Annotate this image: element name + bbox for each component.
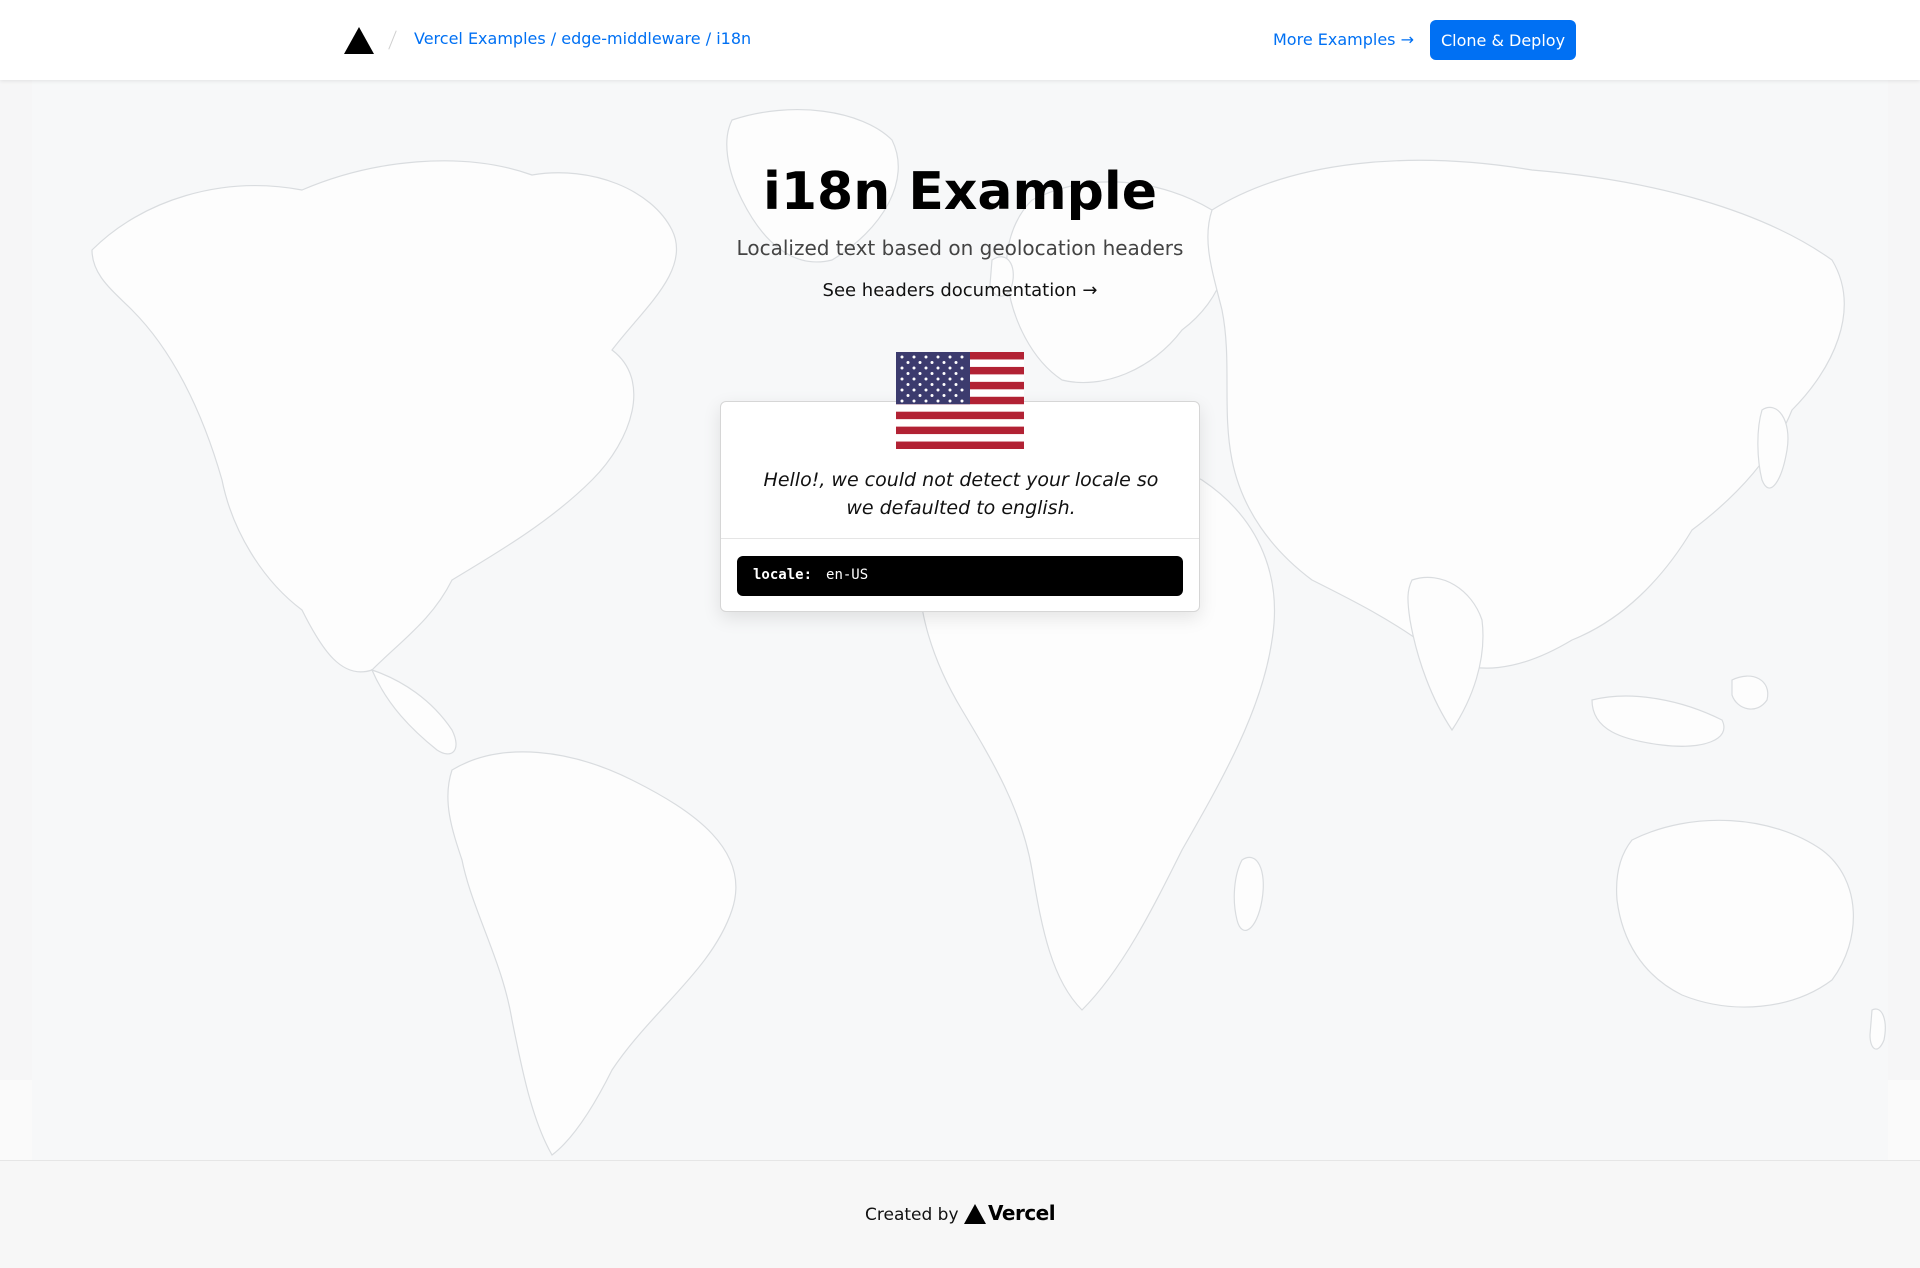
breadcrumb-link[interactable]: Vercel Examples / edge-middleware / i18n: [414, 29, 751, 48]
locale-code-block: locale: en-US: [737, 556, 1183, 596]
us-flag-icon: [896, 352, 1024, 449]
created-by-label: Created by: [865, 1205, 959, 1225]
top-navigation-bar: Vercel Examples / edge-middleware / i18n…: [0, 0, 1920, 80]
page-subtitle: Localized text based on geolocation head…: [736, 236, 1184, 260]
breadcrumb[interactable]: Vercel Examples / edge-middleware / i18n: [414, 29, 751, 48]
locale-code-value: en-US: [826, 567, 869, 583]
locale-code-key: locale:: [753, 567, 813, 583]
vercel-triangle-icon[interactable]: [344, 27, 374, 54]
headers-documentation-link[interactable]: See headers documentation →: [0, 280, 1920, 301]
vercel-logo-icon[interactable]: [964, 1204, 986, 1224]
breadcrumb-separator-icon: [388, 30, 397, 50]
card-divider: [721, 538, 1199, 539]
vercel-brand-link[interactable]: Vercel: [988, 1201, 1056, 1225]
footer: Created by Vercel: [0, 1160, 1920, 1268]
more-examples-link[interactable]: More Examples →: [1273, 30, 1414, 49]
page-title: i18n Example: [763, 162, 1157, 222]
clone-deploy-button[interactable]: Clone & Deploy: [1430, 20, 1576, 60]
locale-message: Hello!, we could not detect your locale …: [763, 469, 1159, 519]
left-margin: [0, 80, 32, 1080]
right-margin: [1888, 80, 1920, 1080]
